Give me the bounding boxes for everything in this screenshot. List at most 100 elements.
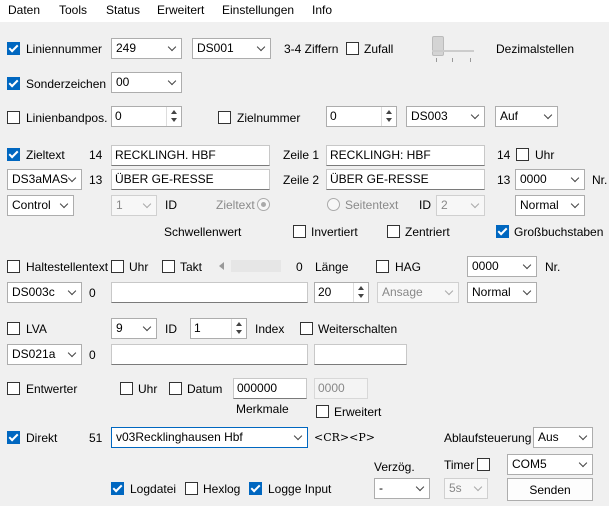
ansage-select: Ansage: [377, 282, 459, 303]
liniennummer-ds-select[interactable]: DS001: [192, 38, 271, 59]
zentriert-label: Zentriert: [405, 225, 450, 239]
haltestellentext-checkbox[interactable]: [7, 260, 20, 273]
logdatei-checkbox[interactable]: [111, 482, 124, 495]
takt-scroll-track[interactable]: [231, 260, 281, 272]
hag-label: HAG: [395, 260, 422, 274]
zeile1-label: Zeile 1: [283, 148, 320, 162]
halte-nr-select[interactable]: 0000: [467, 256, 537, 277]
zufall-checkbox[interactable]: [346, 42, 359, 55]
halte-count: 0: [89, 286, 96, 300]
lva-extra-input[interactable]: [314, 344, 407, 365]
zielnummer-checkbox[interactable]: [218, 111, 231, 124]
nr-label: Nr.: [592, 173, 608, 187]
menu-erweitert[interactable]: Erweitert: [157, 3, 204, 17]
menu-tools[interactable]: Tools: [59, 3, 87, 17]
halte-uhr-label: Uhr: [129, 260, 149, 274]
takt-checkbox[interactable]: [162, 260, 175, 273]
ablaufsteuerung-select[interactable]: Aus: [533, 427, 593, 448]
zielnummer-label: Zielnummer: [237, 111, 301, 125]
sonderzeichen-label: Sonderzeichen: [26, 77, 107, 91]
seitentext-label: Seitentext: [345, 198, 399, 212]
timer-checkbox[interactable]: [477, 458, 490, 471]
menu-einstellungen[interactable]: Einstellungen: [222, 3, 294, 17]
lva-id-label: ID: [165, 322, 177, 336]
zieltext-ds-select[interactable]: DS3aMAS: [7, 169, 82, 190]
zentriert-checkbox[interactable]: [387, 225, 400, 238]
spinner-arrows[interactable]: [353, 283, 368, 302]
halte-uhr-checkbox[interactable]: [111, 260, 124, 273]
timer-select: 5s: [444, 478, 488, 499]
direkt-checkbox[interactable]: [7, 431, 20, 444]
ziffern-hint: 3-4 Ziffern: [284, 42, 339, 56]
lva-ds-select[interactable]: DS021a: [7, 344, 82, 365]
grossbuchstaben-label: Großbuchstaben: [514, 225, 604, 239]
direkt-count: 51: [89, 431, 103, 445]
liniennummer-select[interactable]: 249: [111, 38, 182, 59]
haltestellentext-input[interactable]: [111, 282, 308, 303]
merkmal-gray-input: 0000: [314, 378, 368, 399]
uhr-checkbox[interactable]: [516, 148, 529, 161]
zielnummer-spinner[interactable]: 0: [326, 106, 397, 127]
zielnummer-ds-select[interactable]: DS003: [406, 106, 485, 127]
halte-nr-label: Nr.: [545, 260, 561, 274]
zeile2-count: 13: [497, 173, 511, 187]
menu-status[interactable]: Status: [106, 3, 140, 17]
sonderzeichen-checkbox[interactable]: [7, 77, 20, 90]
control-select[interactable]: Control: [7, 195, 74, 216]
hag-checkbox[interactable]: [376, 260, 389, 273]
haltestellentext-label: Haltestellentext: [26, 260, 109, 274]
takt-left-arrow-icon[interactable]: [219, 262, 224, 270]
lva-id-spinner[interactable]: 1: [190, 318, 247, 339]
erweitert-checkbox[interactable]: [316, 405, 329, 418]
lva-select[interactable]: 9: [111, 318, 157, 339]
lva-text-input[interactable]: [111, 344, 308, 365]
zieltext-checkbox[interactable]: [7, 148, 20, 161]
entwerter-checkbox[interactable]: [7, 382, 20, 395]
invertiert-checkbox[interactable]: [293, 225, 306, 238]
zieltext-radio-label: Zieltext: [216, 198, 255, 212]
grossbuchstaben-checkbox[interactable]: [496, 225, 509, 238]
zieltext-line1-input[interactable]: RECKLINGH. HBF: [111, 145, 270, 166]
entwerter-uhr-checkbox[interactable]: [120, 382, 133, 395]
uhr-label: Uhr: [535, 148, 555, 162]
takt-value: 0: [296, 260, 303, 274]
datum-checkbox[interactable]: [169, 382, 182, 395]
sonderzeichen-select[interactable]: 00: [111, 72, 182, 93]
linienbandpos-checkbox[interactable]: [7, 111, 20, 124]
zeile1-input[interactable]: RECKLINGH: HBF: [326, 145, 485, 166]
halte-ds-select[interactable]: DS003c: [7, 282, 82, 303]
zieltext-line2-input[interactable]: ÜBER GE-RESSE: [111, 169, 270, 190]
lva-checkbox[interactable]: [7, 322, 20, 335]
menu-daten[interactable]: Daten: [8, 3, 40, 17]
spinner-arrows[interactable]: [166, 107, 181, 126]
nr-select[interactable]: 0000: [515, 169, 585, 190]
laenge-spinner[interactable]: 20: [314, 282, 369, 303]
zielnummer-mode-select[interactable]: Auf: [495, 106, 558, 127]
zieltext-radio: [257, 198, 270, 211]
normal-select[interactable]: Normal: [515, 195, 585, 216]
weiterschalten-checkbox[interactable]: [300, 322, 313, 335]
logge-input-checkbox[interactable]: [249, 482, 262, 495]
hexlog-checkbox[interactable]: [185, 482, 198, 495]
linienbandpos-spinner[interactable]: 0: [111, 106, 182, 127]
seitentext-id-select: 2: [436, 195, 485, 216]
liniennummer-checkbox[interactable]: [7, 42, 20, 55]
verzoeg-select[interactable]: -: [374, 478, 430, 499]
logdatei-label: Logdatei: [130, 482, 177, 496]
merkmal-input[interactable]: 000000: [233, 378, 307, 399]
halte-normal-select[interactable]: Normal: [467, 282, 537, 303]
spinner-arrows[interactable]: [231, 319, 246, 338]
zeile2-label: Zeile 2: [283, 173, 320, 187]
hexlog-label: Hexlog: [203, 482, 241, 496]
logge-input-label: Logge Input: [268, 482, 332, 496]
port-select[interactable]: COM5: [507, 454, 593, 475]
schwellenwert-label: Schwellenwert: [164, 225, 242, 239]
menu-info[interactable]: Info: [312, 3, 332, 17]
spinner-arrows[interactable]: [381, 107, 396, 126]
direkt-select[interactable]: v03Recklinghausen Hbf: [111, 427, 308, 448]
dezimal-slider-track[interactable]: [432, 50, 474, 52]
dezimal-slider-thumb[interactable]: [432, 36, 444, 56]
zeile2-input[interactable]: ÜBER GE-RESSE: [326, 169, 485, 190]
senden-button[interactable]: Senden: [507, 478, 593, 501]
zieltext-count-2: 13: [89, 173, 103, 187]
